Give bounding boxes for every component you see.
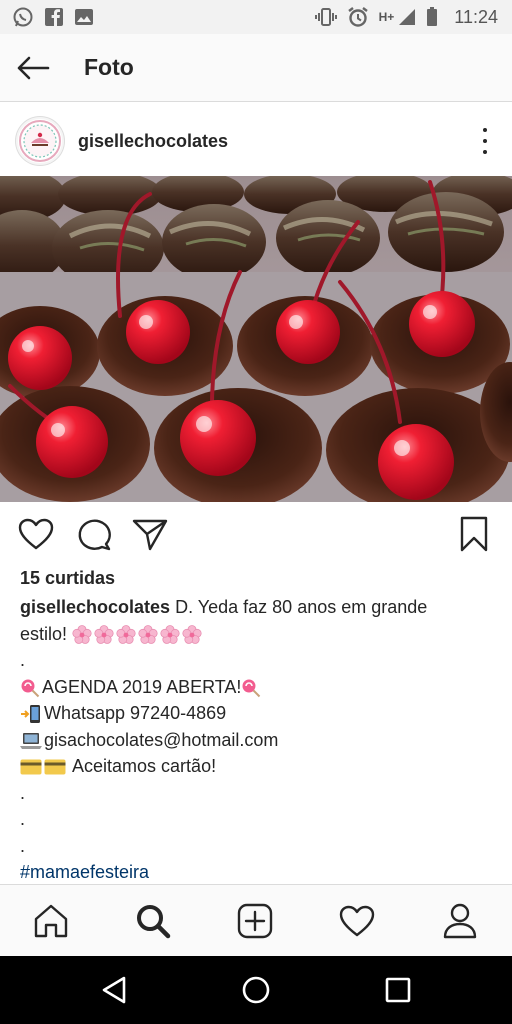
more-dot (483, 150, 487, 154)
cherry-blossom-icon (160, 624, 180, 644)
status-bar-right: H+ 11:24 (314, 6, 498, 28)
system-recents-button[interactable] (380, 972, 416, 1008)
post-header: gisellechocolates (0, 106, 512, 176)
send-icon (132, 519, 168, 551)
clock: 11:24 (454, 6, 498, 27)
post-action-bar (0, 502, 512, 566)
gallery-icon (75, 9, 93, 25)
whatsapp-icon (13, 7, 33, 27)
mobile-phone-arrow-icon (21, 705, 40, 724)
facebook-icon (45, 8, 63, 27)
caption-line: Aceitamos cartão! (20, 753, 490, 780)
profile-icon (443, 903, 477, 939)
like-count[interactable]: 15 curtidas (20, 568, 115, 589)
caption-line: gisellechocolates D. Yeda faz 80 anos em… (20, 594, 490, 621)
network-type: H+ (378, 10, 395, 24)
caption-line: Whatsapp 97240-4869 (20, 700, 490, 727)
more-options-button[interactable] (480, 128, 490, 154)
cherry-blossom-emojis (72, 624, 202, 645)
status-bar-left (12, 6, 94, 28)
like-button[interactable] (18, 516, 54, 552)
whatsapp-text: Whatsapp 97240-4869 (44, 703, 227, 723)
caption-dot: . (20, 835, 26, 856)
post-username[interactable]: gisellechocolates (78, 131, 228, 152)
system-navigation-bar (0, 956, 512, 1024)
square-recents-icon (385, 977, 411, 1003)
post-photo[interactable] (0, 176, 512, 502)
nav-activity[interactable] (337, 901, 377, 941)
cherry-blossom-icon (138, 624, 158, 644)
caption-username[interactable]: gisellechocolates (20, 597, 170, 617)
system-home-button[interactable] (238, 972, 274, 1008)
save-button[interactable] (456, 516, 492, 552)
bookmark-icon (460, 516, 488, 552)
cherry-blossom-icon (182, 624, 202, 644)
vibrate-icon (314, 8, 337, 26)
hashtag-link[interactable]: #mamaefesteira (20, 859, 490, 886)
triangle-back-icon (102, 976, 126, 1004)
cherry-blossom-icon (72, 624, 92, 644)
nav-home[interactable] (31, 901, 71, 941)
battery-icon (427, 7, 438, 26)
credit-card-icon (44, 759, 66, 775)
status-bar: H+ 11:24 (0, 0, 512, 34)
search-icon (137, 905, 171, 939)
share-button[interactable] (132, 516, 168, 552)
laptop-icon (20, 732, 42, 749)
caption-line: AGENDA 2019 ABERTA! (20, 674, 490, 701)
heart-icon (339, 905, 375, 937)
caption-dot: . (20, 809, 26, 829)
caption-dot: . (20, 650, 26, 670)
cherry-blossom-icon (94, 624, 114, 644)
credit-card-icon (20, 759, 42, 775)
email-text[interactable]: gisachocolates@hotmail.com (44, 730, 278, 750)
caption-line: gisachocolates@hotmail.com (20, 727, 490, 754)
lollipop-icon (242, 679, 261, 697)
caption-line: estilo! (20, 621, 490, 648)
avatar[interactable] (16, 117, 64, 165)
nav-new-post[interactable] (235, 901, 275, 941)
lollipop-icon (21, 679, 40, 697)
post-caption: gisellechocolates D. Yeda faz 80 anos em… (20, 594, 490, 886)
card-text: Aceitamos cartão! (72, 756, 217, 776)
back-arrow-icon (17, 56, 50, 79)
chocolate-cherries-photo (0, 176, 512, 502)
comment-button[interactable] (76, 516, 112, 552)
signal-icon (399, 9, 416, 25)
system-back-button[interactable] (96, 972, 132, 1008)
circle-home-icon (242, 976, 270, 1004)
nav-search[interactable] (133, 901, 173, 941)
bottom-navigation (0, 884, 512, 957)
more-dot (483, 139, 487, 143)
back-button[interactable] (16, 51, 50, 85)
heart-icon (18, 518, 54, 550)
caption-text: D. Yeda faz 80 anos em grande (175, 597, 428, 617)
agenda-text: AGENDA 2019 ABERTA! (42, 676, 242, 697)
page-title: Foto (84, 54, 134, 80)
add-post-icon (237, 903, 273, 939)
alarm-icon (347, 7, 368, 27)
nav-profile[interactable] (440, 901, 480, 941)
caption-text: estilo! (20, 623, 68, 644)
brand-logo-icon (19, 120, 61, 162)
cherry-blossom-icon (116, 624, 136, 644)
app-bar: Foto (0, 34, 512, 102)
caption-dot: . (20, 782, 26, 803)
comment-icon (78, 519, 111, 551)
more-dot (483, 128, 487, 132)
home-icon (34, 904, 68, 938)
